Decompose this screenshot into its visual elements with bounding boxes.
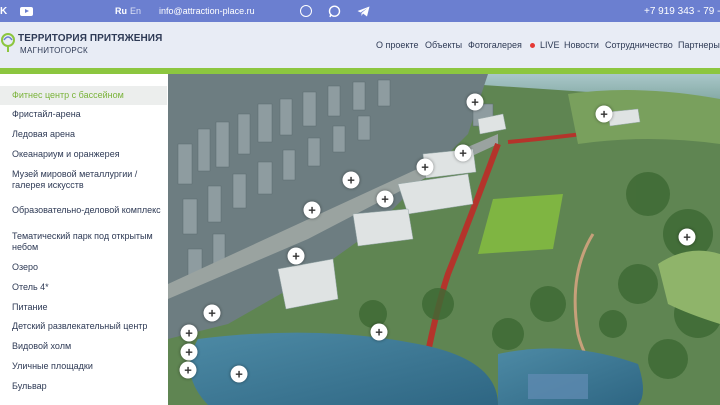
list-item-lake[interactable]: Озеро xyxy=(0,259,167,277)
map-pin[interactable]: + xyxy=(203,304,221,322)
list-item-theme-park[interactable]: Тематический парк под открытым небом xyxy=(0,229,167,255)
whatsapp-icon[interactable] xyxy=(328,0,341,22)
aerial-render-image xyxy=(168,74,720,405)
list-item-fitness[interactable]: Фитнес центр с бассейном xyxy=(0,86,167,105)
map-pin[interactable]: + xyxy=(370,323,388,341)
map-pin[interactable]: + xyxy=(303,201,321,219)
list-item-view-hill[interactable]: Видовой холм xyxy=(0,338,167,356)
list-item-hotel[interactable]: Отель 4* xyxy=(0,279,167,297)
nav-news[interactable]: Новости xyxy=(564,22,599,68)
telegram-icon[interactable] xyxy=(357,0,370,22)
map-pin[interactable]: + xyxy=(595,105,613,123)
list-item-outdoor-grounds[interactable]: Уличные площадки xyxy=(0,358,167,376)
nav-live-label: LIVE xyxy=(540,40,560,50)
viber-icon[interactable] xyxy=(300,0,312,22)
map-pin[interactable]: + xyxy=(376,190,394,208)
logo-title[interactable]: ТЕРРИТОРИЯ ПРИТЯЖЕНИЯ xyxy=(18,33,162,44)
nav-partners[interactable]: Партнеры xyxy=(678,22,720,68)
list-item-food[interactable]: Питание xyxy=(0,299,167,317)
aerial-map[interactable]: + + + + + + + + + + + + + + + xyxy=(168,74,720,405)
live-dot-icon xyxy=(530,42,535,48)
map-pin[interactable]: + xyxy=(454,144,472,162)
top-bar: K Ru En info@attraction-place.ru +7 919 … xyxy=(0,0,720,22)
map-pin[interactable]: + xyxy=(342,171,360,189)
objects-list: Фитнес центр с бассейном Фристайл-арена … xyxy=(0,86,167,405)
map-pin[interactable]: + xyxy=(180,343,198,361)
youtube-icon[interactable] xyxy=(20,0,33,22)
map-pin[interactable]: + xyxy=(416,158,434,176)
phone-link[interactable]: +7 919 343 - 79 - 9 xyxy=(644,0,720,22)
list-item-boulevard[interactable]: Бульвар xyxy=(0,378,167,396)
map-pin[interactable]: + xyxy=(230,365,248,383)
list-item-kids-center[interactable]: Детский развлекательный центр xyxy=(0,318,167,336)
list-item-business-complex[interactable]: Образовательно-деловой комплекс xyxy=(0,198,167,224)
map-pin[interactable]: + xyxy=(678,228,696,246)
map-pin[interactable]: + xyxy=(287,247,305,265)
site-header: ТЕРРИТОРИЯ ПРИТЯЖЕНИЯ МАГНИТОГОРСК О про… xyxy=(0,22,720,68)
list-item-ice-arena[interactable]: Ледовая арена xyxy=(0,126,167,144)
nav-live[interactable]: LIVE xyxy=(530,22,560,68)
list-item-freestyle[interactable]: Фристайл-арена xyxy=(0,106,167,124)
map-pin[interactable]: + xyxy=(179,361,197,379)
map-pin[interactable]: + xyxy=(466,93,484,111)
lang-ru-link[interactable]: Ru xyxy=(115,0,127,22)
logo-subtitle: МАГНИТОГОРСК xyxy=(20,46,88,55)
logo-icon[interactable] xyxy=(0,32,16,52)
map-pin[interactable]: + xyxy=(180,324,198,342)
nav-cooperation[interactable]: Сотрудничество xyxy=(605,22,673,68)
nav-gallery[interactable]: Фотогалерея xyxy=(468,22,522,68)
list-item-oceanarium[interactable]: Океанариум и оранжерея xyxy=(0,146,167,164)
vk-link[interactable]: K xyxy=(0,0,7,22)
lang-en-link[interactable]: En xyxy=(130,0,141,22)
email-link[interactable]: info@attraction-place.ru xyxy=(159,0,255,22)
list-item-museum[interactable]: Музей мировой металлургии / галерея иску… xyxy=(0,167,167,193)
nav-objects[interactable]: Объекты xyxy=(425,22,462,68)
nav-about[interactable]: О проекте xyxy=(376,22,418,68)
